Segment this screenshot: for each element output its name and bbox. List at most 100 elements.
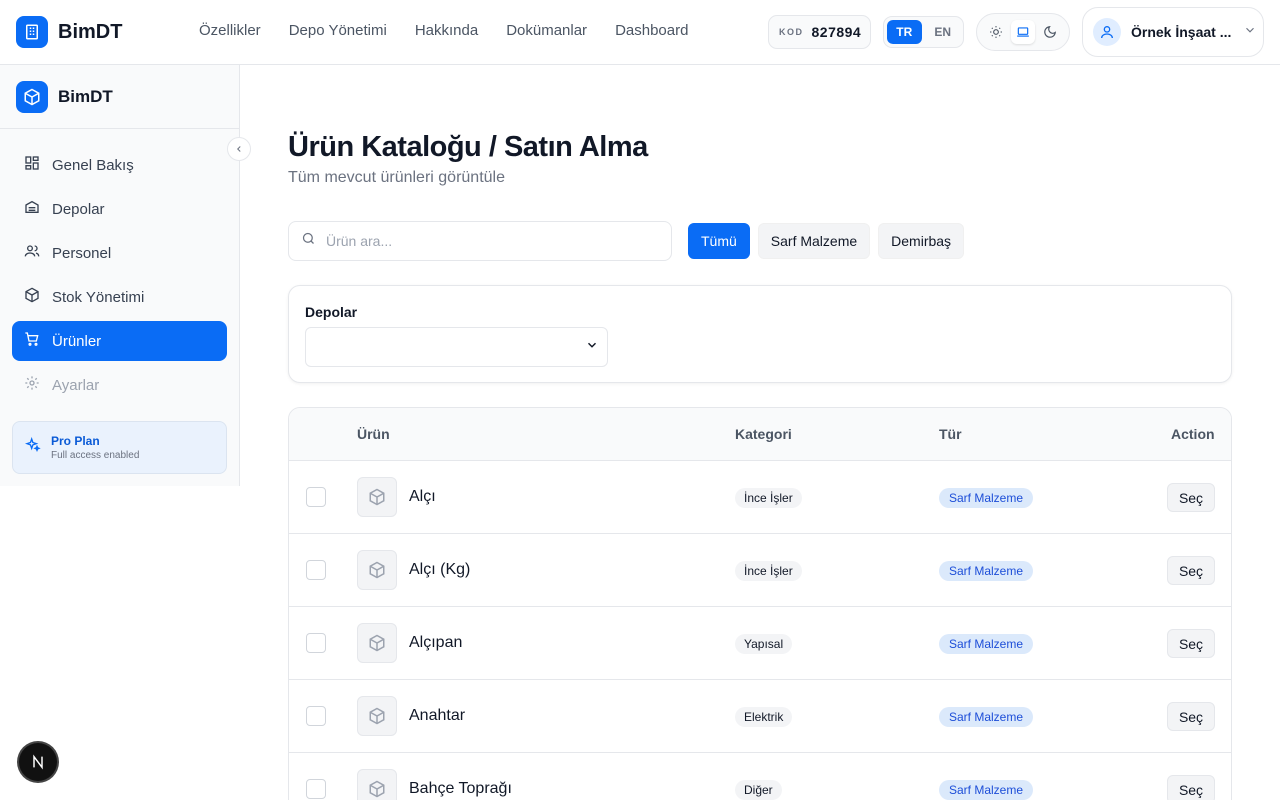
pro-plan-subtitle: Full access enabled: [51, 450, 140, 461]
category-badge: İnce İşler: [735, 561, 802, 581]
sidebar-item-label: Genel Bakış: [52, 156, 134, 174]
product-name: Alçıpan: [409, 634, 463, 651]
type-badge: Sarf Malzeme: [939, 488, 1034, 508]
warehouse-label: Depolar: [305, 304, 358, 320]
products-table: Ürün Kategori Tür Action Alçı İnce İşler…: [288, 407, 1232, 800]
sidebar: BimDT Genel Bakış Depolar Personel Stok …: [0, 65, 251, 486]
sidebar-item-label: Ayarlar: [52, 376, 100, 394]
cart-icon: [24, 331, 40, 351]
user-menu[interactable]: Örnek İnşaat ...: [1082, 7, 1264, 57]
select-button[interactable]: Seç: [1167, 702, 1215, 731]
page-title: Ürün Kataloğu / Satın Alma: [288, 131, 648, 163]
product-box-icon: [357, 623, 397, 663]
warehouse-select[interactable]: [305, 327, 608, 367]
grid-icon: [24, 155, 40, 175]
main-nav: Özellikler Depo Yönetimi Hakkında Doküma…: [199, 22, 688, 39]
code-label: KOD: [779, 27, 804, 37]
category-badge: İnce İşler: [735, 488, 802, 508]
type-badge: Sarf Malzeme: [939, 561, 1034, 581]
table-row: Alçı İnce İşler Sarf Malzeme Seç: [289, 460, 1231, 533]
users-icon: [24, 243, 40, 263]
table-row: Bahçe Toprağı Diğer Sarf Malzeme Seç: [289, 752, 1231, 800]
table-row: Alçıpan Yapısal Sarf Malzeme Seç: [289, 606, 1231, 679]
table-row: Alçı (Kg) İnce İşler Sarf Malzeme Seç: [289, 533, 1231, 606]
top-navbar: BimDT Özellikler Depo Yönetimi Hakkında …: [0, 0, 1280, 65]
product-name: Bahçe Toprağı: [409, 780, 512, 797]
column-header-category: Kategori: [735, 426, 792, 442]
sidebar-item-warehouses[interactable]: Depolar: [12, 189, 227, 229]
select-button[interactable]: Seç: [1167, 629, 1215, 658]
sidebar-menu: Genel Bakış Depolar Personel Stok Yöneti…: [12, 145, 227, 409]
sidebar-item-products[interactable]: Ürünler: [12, 321, 227, 361]
row-checkbox[interactable]: [306, 779, 326, 799]
chevron-down-icon: [1243, 23, 1257, 42]
sidebar-item-stock[interactable]: Stok Yönetimi: [12, 277, 227, 317]
box-icon: [24, 287, 40, 307]
search-icon: [301, 231, 316, 251]
type-badge: Sarf Malzeme: [939, 634, 1034, 654]
table-header: Ürün Kategori Tür Action: [289, 408, 1231, 460]
page-subtitle: Tüm mevcut ürünleri görüntüle: [288, 169, 505, 186]
row-checkbox[interactable]: [306, 560, 326, 580]
code-badge: KOD 827894: [768, 15, 871, 49]
search-box: [288, 221, 672, 261]
laptop-icon[interactable]: [1010, 20, 1035, 44]
sun-icon[interactable]: [984, 20, 1008, 44]
nav-docs[interactable]: Dokümanlar: [506, 22, 587, 39]
search-input[interactable]: [326, 233, 646, 249]
warehouse-filter-card: Depolar: [288, 285, 1232, 383]
language-switch: TR EN: [883, 16, 964, 48]
product-box-icon: [357, 477, 397, 517]
select-button[interactable]: Seç: [1167, 556, 1215, 585]
category-badge: Elektrik: [735, 707, 793, 727]
nav-about[interactable]: Hakkında: [415, 22, 478, 39]
row-checkbox[interactable]: [306, 706, 326, 726]
sidebar-item-label: Stok Yönetimi: [52, 288, 145, 306]
brand-name: BimDT: [58, 20, 123, 43]
sidebar-brand[interactable]: BimDT: [0, 65, 239, 129]
column-header-action: Action: [1171, 426, 1215, 442]
column-header-type: Tür: [939, 426, 962, 442]
filter-consumable-button[interactable]: Sarf Malzeme: [757, 223, 871, 259]
filter-all-button[interactable]: Tümü: [688, 223, 750, 259]
filter-group: Tümü Sarf Malzeme Demirbaş: [688, 223, 965, 259]
theme-switch: [976, 13, 1070, 51]
product-box-icon: [357, 696, 397, 736]
type-badge: Sarf Malzeme: [939, 707, 1034, 727]
building-icon: [16, 16, 48, 48]
user-icon: [1093, 18, 1121, 46]
moon-icon[interactable]: [1038, 20, 1062, 44]
sidebar-item-overview[interactable]: Genel Bakış: [12, 145, 227, 185]
product-name: Alçı: [409, 488, 436, 505]
sidebar-brand-name: BimDT: [58, 86, 113, 106]
warehouse-icon: [24, 199, 40, 219]
code-value: 827894: [811, 24, 862, 40]
nav-dashboard[interactable]: Dashboard: [615, 22, 688, 39]
sidebar-item-settings[interactable]: Ayarlar: [12, 365, 227, 405]
sidebar-item-staff[interactable]: Personel: [12, 233, 227, 273]
next-logo-icon[interactable]: [19, 743, 57, 781]
nav-features[interactable]: Özellikler: [199, 22, 261, 39]
sidebar-item-label: Personel: [52, 244, 112, 262]
user-name: Örnek İnşaat ...: [1131, 24, 1232, 40]
row-checkbox[interactable]: [306, 487, 326, 507]
lang-en-button[interactable]: EN: [926, 20, 961, 44]
table-row: Anahtar Elektrik Sarf Malzeme Seç: [289, 679, 1231, 752]
filter-fixture-button[interactable]: Demirbaş: [878, 223, 965, 259]
pro-plan-title: Pro Plan: [51, 434, 100, 448]
sparkles-icon: [24, 436, 41, 458]
product-box-icon: [357, 769, 397, 800]
sidebar-collapse-button[interactable]: [227, 137, 251, 161]
product-name: Anahtar: [409, 707, 466, 724]
select-button[interactable]: Seç: [1167, 775, 1215, 800]
product-box-icon: [357, 550, 397, 590]
select-button[interactable]: Seç: [1167, 483, 1215, 512]
row-checkbox[interactable]: [306, 633, 326, 653]
gear-icon: [24, 375, 40, 395]
column-header-product: Ürün: [357, 426, 390, 442]
nav-warehouse-management[interactable]: Depo Yönetimi: [289, 22, 387, 39]
chevron-down-icon: [585, 338, 599, 357]
lang-tr-button[interactable]: TR: [887, 20, 922, 44]
brand[interactable]: BimDT: [16, 16, 122, 48]
pro-plan-card: Pro Plan Full access enabled: [12, 421, 227, 474]
